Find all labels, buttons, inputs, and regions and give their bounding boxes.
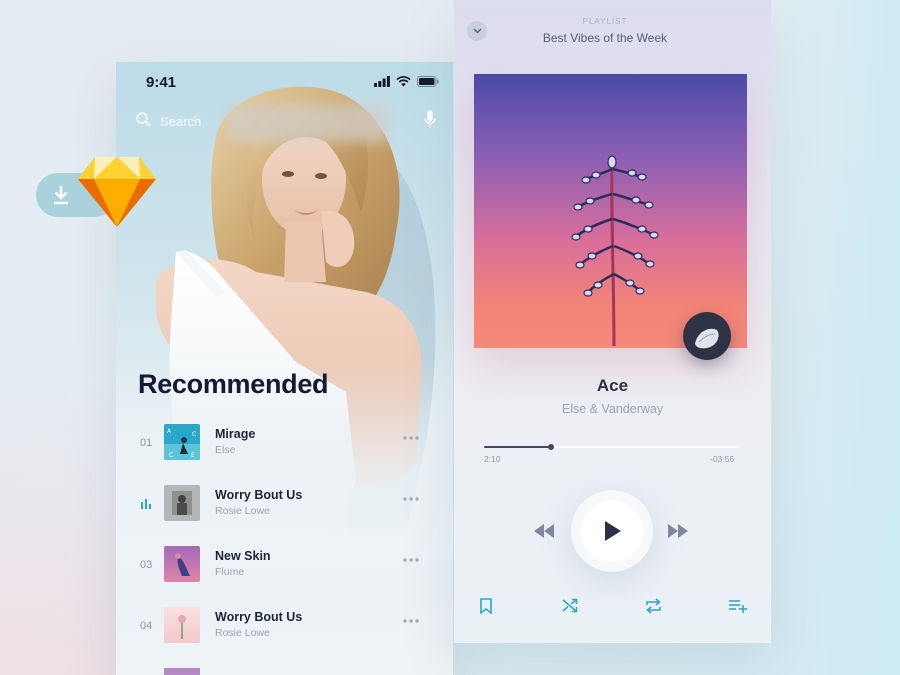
download-icon <box>54 186 68 205</box>
search-blur-overlay <box>228 104 388 142</box>
signal-icon <box>374 76 390 87</box>
previous-icon[interactable] <box>533 524 555 538</box>
track-row[interactable]: Worry Bout Us Rosie Lowe <box>116 485 453 525</box>
track-title: New Skin <box>215 549 271 563</box>
microphone-icon[interactable] <box>424 110 436 129</box>
more-options-icon[interactable] <box>403 619 419 623</box>
repeat-icon[interactable] <box>645 598 662 614</box>
track-number: 01 <box>140 437 153 449</box>
more-options-icon[interactable] <box>403 497 419 501</box>
progress-knob[interactable] <box>547 444 554 450</box>
svg-text:E: E <box>191 452 195 459</box>
track-number: 04 <box>140 620 153 632</box>
album-thumbnail <box>164 485 200 521</box>
status-time: 9:41 <box>146 74 177 91</box>
album-thumbnail: A C C E <box>164 424 200 460</box>
status-icons <box>374 76 439 87</box>
now-playing-equalizer-icon <box>141 499 151 509</box>
album-thumbnail <box>164 607 200 643</box>
svg-text:C: C <box>192 431 196 438</box>
next-icon[interactable] <box>667 524 689 538</box>
bookmark-icon[interactable] <box>480 598 492 614</box>
play-button[interactable] <box>581 500 643 562</box>
track-title: Mirage <box>215 427 256 441</box>
progress-bar[interactable] <box>484 444 740 450</box>
song-artist: Else & Vanderway <box>561 402 664 416</box>
page-title: Recommended <box>138 369 329 399</box>
track-row[interactable]: 01 A C C E Mirage Else <box>116 424 453 464</box>
shuffle-icon[interactable] <box>562 598 578 613</box>
playlist-name: Best Vibes of the Week <box>542 31 668 45</box>
album-thumbnail-partial <box>164 668 200 675</box>
play-button-ring <box>571 490 653 572</box>
time-remaining: -03:56 <box>710 454 735 464</box>
time-elapsed: 2:10 <box>484 454 501 464</box>
track-row[interactable]: 03 New Skin Flume <box>116 546 453 586</box>
track-artist: Flume <box>215 566 245 578</box>
battery-icon <box>417 76 439 87</box>
search-bar[interactable]: Search <box>136 104 436 142</box>
track-artist: Rosie Lowe <box>215 627 270 639</box>
more-options-icon[interactable] <box>403 558 419 562</box>
track-artist: Else <box>215 444 236 456</box>
status-bar: 9:41 <box>116 62 453 102</box>
track-title: Worry Bout Us <box>215 488 303 502</box>
svg-text:C: C <box>169 452 173 459</box>
sketch-logo <box>78 157 156 227</box>
track-artist: Rosie Lowe <box>215 505 270 517</box>
play-icon <box>605 521 621 541</box>
more-options-icon[interactable] <box>403 436 419 440</box>
recommended-screen: 9:41 Search Recommended 01 A C C E Mirag… <box>116 62 453 675</box>
artist-avatar[interactable] <box>683 312 731 360</box>
track-title: Worry Bout Us <box>215 610 303 624</box>
now-playing-screen: PLAYLIST Best Vibes of the Week Ace Else… <box>454 0 771 643</box>
track-number: 03 <box>140 559 153 571</box>
search-icon <box>136 112 151 127</box>
add-to-queue-icon[interactable] <box>729 600 748 613</box>
search-input[interactable]: Search <box>160 114 201 129</box>
album-thumbnail <box>164 546 200 582</box>
track-row[interactable]: 04 Worry Bout Us Rosie Lowe <box>116 607 453 647</box>
album-cover <box>474 74 747 348</box>
album-cover-plant-image <box>571 155 659 347</box>
song-title: Ace <box>596 376 629 395</box>
progress-fill <box>484 446 551 448</box>
wifi-icon <box>396 76 411 87</box>
playlist-label: PLAYLIST <box>582 17 628 26</box>
background-glow <box>760 0 900 675</box>
